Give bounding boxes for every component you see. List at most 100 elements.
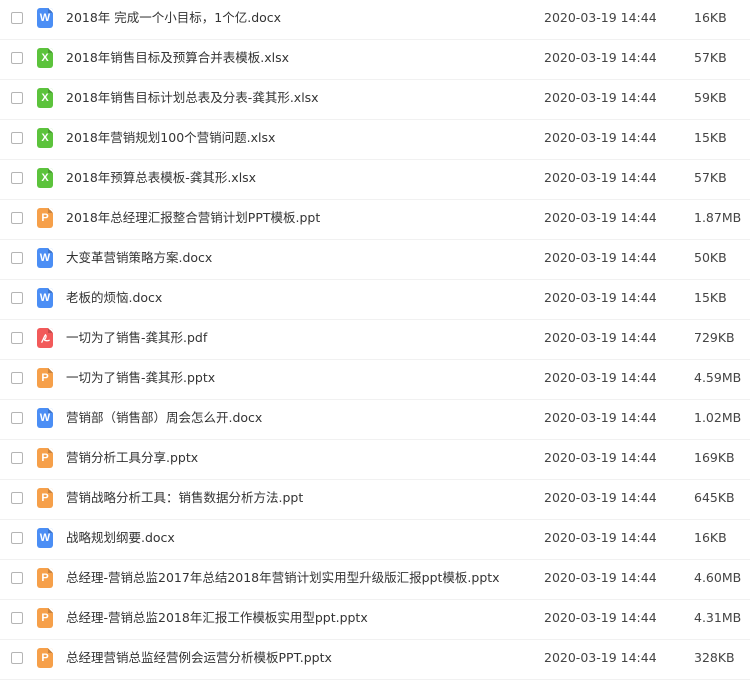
file-row[interactable]: P 营销分析工具分享.pptx 2020-03-19 14:44 169KB xyxy=(0,440,750,480)
file-name[interactable]: 老板的烦恼.docx xyxy=(66,289,162,307)
select-checkbox[interactable] xyxy=(11,572,23,584)
select-checkbox[interactable] xyxy=(11,372,23,384)
file-row[interactable]: 一切为了销售-龚其形.pdf 2020-03-19 14:44 729KB xyxy=(0,320,750,360)
file-row[interactable]: X 2018年销售目标及预算合并表模板.xlsx 2020-03-19 14:44 5… xyxy=(0,40,750,80)
file-modified-date: 2020-03-19 14:44 xyxy=(544,490,657,505)
file-icon-letter: X xyxy=(41,92,49,104)
file-row[interactable]: W 老板的烦恼.docx 2020-03-19 14:44 15KB xyxy=(0,280,750,320)
file-list: W 2018年 完成一个小目标，1个亿.docx 2020-03-19 14:44 1… xyxy=(0,0,750,680)
file-name[interactable]: 营销战略分析工具：销售数据分析方法.ppt xyxy=(66,489,303,507)
file-name[interactable]: 一切为了销售-龚其形.pptx xyxy=(66,369,215,387)
excel-file-icon: X xyxy=(37,168,53,188)
file-row[interactable]: W 2018年 完成一个小目标，1个亿.docx 2020-03-19 14:44 1… xyxy=(0,0,750,40)
file-row[interactable]: P 总经理-营销总监2017年总结2018年营销计划实用型升级版汇报ppt模板.p… xyxy=(0,560,750,600)
select-checkbox[interactable] xyxy=(11,652,23,664)
select-checkbox[interactable] xyxy=(11,92,23,104)
file-name[interactable]: 一切为了销售-龚其形.pdf xyxy=(66,329,207,347)
select-checkbox[interactable] xyxy=(11,132,23,144)
file-modified-date: 2020-03-19 14:44 xyxy=(544,10,657,25)
file-modified-date: 2020-03-19 14:44 xyxy=(544,530,657,545)
file-icon-letter: X xyxy=(41,52,49,64)
select-checkbox[interactable] xyxy=(11,612,23,624)
select-checkbox[interactable] xyxy=(11,52,23,64)
file-name[interactable]: 营销分析工具分享.pptx xyxy=(66,449,198,467)
file-name[interactable]: 2018年预算总表模板-龚其形.xlsx xyxy=(66,169,256,187)
word-file-icon: W xyxy=(37,408,53,428)
file-modified-date: 2020-03-19 14:44 xyxy=(544,330,657,345)
file-row[interactable]: P 一切为了销售-龚其形.pptx 2020-03-19 14:44 4.59MB xyxy=(0,360,750,400)
file-name[interactable]: 大变革营销策略方案.docx xyxy=(66,249,212,267)
file-modified-date: 2020-03-19 14:44 xyxy=(544,570,657,585)
file-size: 1.87MB xyxy=(694,210,742,225)
file-row[interactable]: P 总经理-营销总监2018年汇报工作模板实用型ppt.pptx 2020-03-1… xyxy=(0,600,750,640)
file-name[interactable]: 战略规划纲要.docx xyxy=(66,529,175,547)
file-icon-letter: P xyxy=(41,372,49,384)
file-icon-letter: P xyxy=(41,612,49,624)
file-name[interactable]: 2018年 完成一个小目标，1个亿.docx xyxy=(66,9,281,27)
file-modified-date: 2020-03-19 14:44 xyxy=(544,250,657,265)
file-size: 16KB xyxy=(694,530,727,545)
file-row[interactable]: P 总经理营销总监经营例会运营分析模板PPT.pptx 2020-03-19 14:… xyxy=(0,640,750,680)
select-checkbox[interactable] xyxy=(11,532,23,544)
file-name[interactable]: 2018年销售目标及预算合并表模板.xlsx xyxy=(66,49,289,67)
select-checkbox[interactable] xyxy=(11,252,23,264)
select-checkbox[interactable] xyxy=(11,452,23,464)
file-size: 15KB xyxy=(694,290,727,305)
file-row[interactable]: X 2018年营销规划100个营销问题.xlsx 2020-03-19 14:44 1… xyxy=(0,120,750,160)
file-row[interactable]: W 大变革营销策略方案.docx 2020-03-19 14:44 50KB xyxy=(0,240,750,280)
file-icon-letter: W xyxy=(39,12,51,24)
file-size: 57KB xyxy=(694,170,727,185)
select-checkbox[interactable] xyxy=(11,172,23,184)
select-checkbox[interactable] xyxy=(11,212,23,224)
select-checkbox[interactable] xyxy=(11,12,23,24)
file-name[interactable]: 总经理-营销总监2017年总结2018年营销计划实用型升级版汇报ppt模板.pp… xyxy=(66,569,500,587)
file-modified-date: 2020-03-19 14:44 xyxy=(544,610,657,625)
word-file-icon: W xyxy=(37,288,53,308)
file-modified-date: 2020-03-19 14:44 xyxy=(544,650,657,665)
excel-file-icon: X xyxy=(37,128,53,148)
select-checkbox[interactable] xyxy=(11,412,23,424)
ppt-file-icon: P xyxy=(37,488,53,508)
file-row[interactable]: W 营销部（销售部）周会怎么开.docx 2020-03-19 14:44 1.02M… xyxy=(0,400,750,440)
word-file-icon: W xyxy=(37,248,53,268)
ppt-file-icon: P xyxy=(37,448,53,468)
file-icon-letter: W xyxy=(39,412,51,424)
word-file-icon: W xyxy=(37,8,53,28)
file-size: 645KB xyxy=(694,490,735,505)
file-modified-date: 2020-03-19 14:44 xyxy=(544,130,657,145)
file-modified-date: 2020-03-19 14:44 xyxy=(544,290,657,305)
file-name[interactable]: 2018年总经理汇报整合营销计划PPT模板.ppt xyxy=(66,209,320,227)
file-modified-date: 2020-03-19 14:44 xyxy=(544,50,657,65)
file-icon-letter: P xyxy=(41,652,49,664)
file-row[interactable]: W 战略规划纲要.docx 2020-03-19 14:44 16KB xyxy=(0,520,750,560)
select-checkbox[interactable] xyxy=(11,332,23,344)
file-row[interactable]: P 营销战略分析工具：销售数据分析方法.ppt 2020-03-19 14:44 64… xyxy=(0,480,750,520)
file-size: 50KB xyxy=(694,250,727,265)
file-size: 169KB xyxy=(694,450,735,465)
file-size: 16KB xyxy=(694,10,727,25)
file-size: 4.31MB xyxy=(694,610,742,625)
ppt-file-icon: P xyxy=(37,368,53,388)
file-modified-date: 2020-03-19 14:44 xyxy=(544,170,657,185)
file-size: 15KB xyxy=(694,130,727,145)
excel-file-icon: X xyxy=(37,88,53,108)
file-icon-letter: P xyxy=(41,492,49,504)
file-modified-date: 2020-03-19 14:44 xyxy=(544,450,657,465)
excel-file-icon: X xyxy=(37,48,53,68)
file-name[interactable]: 总经理-营销总监2018年汇报工作模板实用型ppt.pptx xyxy=(66,609,368,627)
file-row[interactable]: X 2018年预算总表模板-龚其形.xlsx 2020-03-19 14:44 57K… xyxy=(0,160,750,200)
file-name[interactable]: 2018年营销规划100个营销问题.xlsx xyxy=(66,129,275,147)
file-name[interactable]: 2018年销售目标计划总表及分表-龚其形.xlsx xyxy=(66,89,319,107)
file-icon-letter: P xyxy=(41,452,49,464)
file-name[interactable]: 营销部（销售部）周会怎么开.docx xyxy=(66,409,262,427)
file-name[interactable]: 总经理营销总监经营例会运营分析模板PPT.pptx xyxy=(66,649,332,667)
ppt-file-icon: P xyxy=(37,568,53,588)
word-file-icon: W xyxy=(37,528,53,548)
file-icon-letter: X xyxy=(41,132,49,144)
select-checkbox[interactable] xyxy=(11,292,23,304)
file-row[interactable]: P 2018年总经理汇报整合营销计划PPT模板.ppt 2020-03-19 14:… xyxy=(0,200,750,240)
file-row[interactable]: X 2018年销售目标计划总表及分表-龚其形.xlsx 2020-03-19 14:… xyxy=(0,80,750,120)
file-modified-date: 2020-03-19 14:44 xyxy=(544,210,657,225)
file-icon-letter: W xyxy=(39,532,51,544)
select-checkbox[interactable] xyxy=(11,492,23,504)
